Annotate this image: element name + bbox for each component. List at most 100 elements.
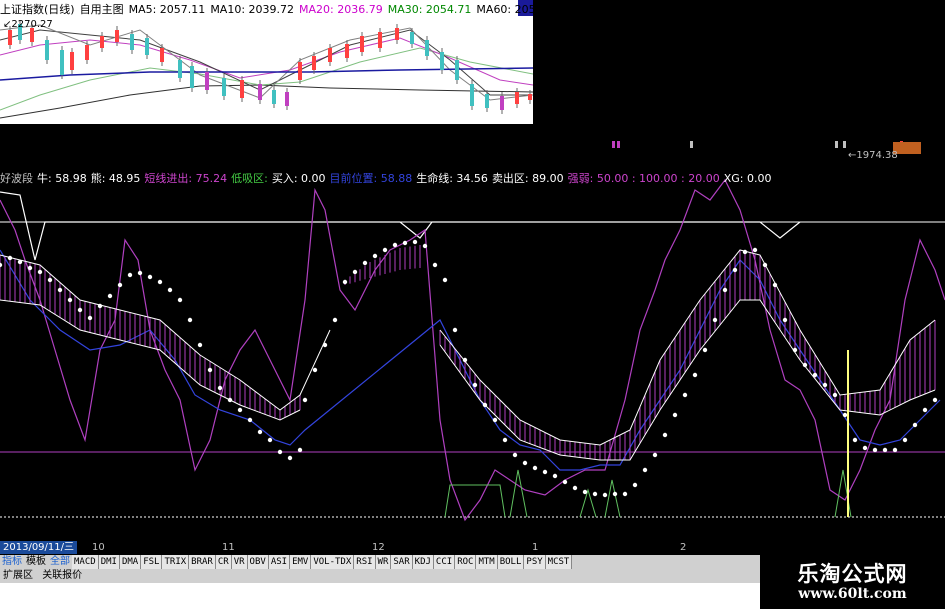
- short-term-line: [0, 178, 945, 522]
- price-high-label: ↙2270.27: [3, 19, 53, 30]
- watermark-url: www.60lt.com: [798, 586, 907, 602]
- sar-dot: [332, 317, 338, 323]
- sar-dot: [712, 317, 718, 323]
- sar-dot: [662, 432, 668, 438]
- sar-dot: [87, 315, 93, 321]
- sar-dot: [812, 372, 818, 378]
- sar-dot: [157, 279, 163, 285]
- sar-dot: [97, 303, 103, 309]
- side-tab-0[interactable]: 指标: [0, 555, 24, 569]
- candlestick: [70, 52, 74, 70]
- sar-dot: [277, 449, 283, 455]
- tab-dma[interactable]: DMA: [119, 555, 142, 569]
- main-chart-canvas[interactable]: [0, 0, 945, 541]
- sar-dot: [57, 287, 63, 293]
- tab-cci[interactable]: CCI: [433, 555, 456, 569]
- candlestick: [145, 38, 149, 55]
- tab-dmi[interactable]: DMI: [98, 555, 120, 569]
- tab-vol-tdx[interactable]: VOL-TDX: [311, 555, 355, 569]
- tab-asi[interactable]: ASI: [268, 555, 291, 569]
- candlestick: [425, 40, 429, 56]
- candlestick: [160, 48, 164, 62]
- sar-dot: [472, 382, 478, 388]
- indicator-value: 买入: 0.00: [271, 172, 326, 185]
- sar-dot: [297, 447, 303, 453]
- side-tab-2[interactable]: 全部: [48, 555, 72, 569]
- tab-mtm[interactable]: MTM: [476, 555, 498, 569]
- sar-dot: [362, 260, 368, 266]
- tab-cr[interactable]: CR: [215, 555, 232, 569]
- sar-dot: [7, 255, 13, 261]
- sar-dot: [422, 243, 428, 249]
- tab-vr[interactable]: VR: [231, 555, 248, 569]
- sar-dot: [137, 270, 143, 276]
- sar-dot: [572, 485, 578, 491]
- candlestick: [455, 60, 459, 80]
- tab-kdj[interactable]: KDJ: [412, 555, 434, 569]
- tab-mcst[interactable]: MCST: [545, 555, 573, 569]
- sar-dot: [217, 385, 223, 391]
- current-position-line: [0, 249, 941, 471]
- sar-dot: [782, 317, 788, 323]
- price-mark: [612, 141, 615, 148]
- sar-dot: [672, 412, 678, 418]
- sar-dot: [67, 297, 73, 303]
- sar-dot: [742, 249, 748, 255]
- side-tab-1[interactable]: 模板: [24, 555, 48, 569]
- candlestick: [60, 50, 64, 75]
- tab-boll[interactable]: BOLL: [497, 555, 525, 569]
- tab-fsl[interactable]: FSL: [141, 555, 163, 569]
- tab-obv[interactable]: OBV: [247, 555, 269, 569]
- tab-related-quotes[interactable]: 关联报价: [39, 569, 85, 583]
- candlestick: [410, 32, 414, 44]
- tab-rsi[interactable]: RSI: [354, 555, 376, 569]
- x-tick-label: 2: [680, 542, 687, 553]
- candlestick: [100, 36, 104, 48]
- sar-dot: [147, 274, 153, 280]
- tab-brar[interactable]: BRAR: [189, 555, 216, 569]
- sar-dot: [187, 317, 193, 323]
- sar-dot: [752, 247, 758, 253]
- bottom-tab-bar: 扩展区 关联报价: [0, 569, 760, 583]
- status-strip: [0, 583, 760, 609]
- sar-dot: [852, 437, 858, 443]
- candlestick: [500, 96, 504, 110]
- sar-dot: [582, 489, 588, 495]
- sar-dot: [622, 491, 628, 497]
- sar-dot: [412, 239, 418, 245]
- sar-dot: [652, 452, 658, 458]
- sar-dot: [127, 272, 133, 278]
- date-axis-bar: 2013/09/11/三 10 11 12 1 2: [0, 541, 945, 554]
- sar-dot: [312, 367, 318, 373]
- candlestick: [312, 56, 316, 70]
- tab-psy[interactable]: PSY: [524, 555, 546, 569]
- tab-extension-area[interactable]: 扩展区: [0, 569, 36, 583]
- tab-roc[interactable]: ROC: [455, 555, 477, 569]
- sar-dot: [267, 437, 273, 443]
- site-watermark: 乐淘公式网 www.60lt.com: [760, 555, 945, 609]
- green-spike: [509, 469, 528, 518]
- indicator-value: 短线进出: 75.24: [144, 172, 228, 185]
- tab-sar[interactable]: SAR: [391, 555, 413, 569]
- tab-wr[interactable]: WR: [375, 555, 392, 569]
- tab-emv[interactable]: EMV: [290, 555, 312, 569]
- sar-dot: [732, 267, 738, 273]
- x-tick-label: 10: [92, 542, 105, 553]
- sar-dot: [352, 269, 358, 275]
- sar-dot: [542, 469, 548, 475]
- sar-dot: [47, 277, 53, 283]
- sar-dot: [902, 437, 908, 443]
- x-tick-label: 1: [532, 542, 539, 553]
- candlestick: [440, 52, 444, 70]
- x-tick-label: 12: [372, 542, 385, 553]
- candlestick: [30, 28, 34, 42]
- candlestick: [285, 92, 289, 106]
- tab-macd[interactable]: MACD: [72, 555, 99, 569]
- candlestick: [190, 66, 194, 88]
- candlestick: [45, 40, 49, 60]
- indicator-value: 好波段: [0, 172, 33, 185]
- sar-dot: [117, 282, 123, 288]
- tab-trix[interactable]: TRIX: [162, 555, 190, 569]
- indicator-value: 生命线: 34.56: [416, 172, 488, 185]
- candlestick: [178, 60, 182, 78]
